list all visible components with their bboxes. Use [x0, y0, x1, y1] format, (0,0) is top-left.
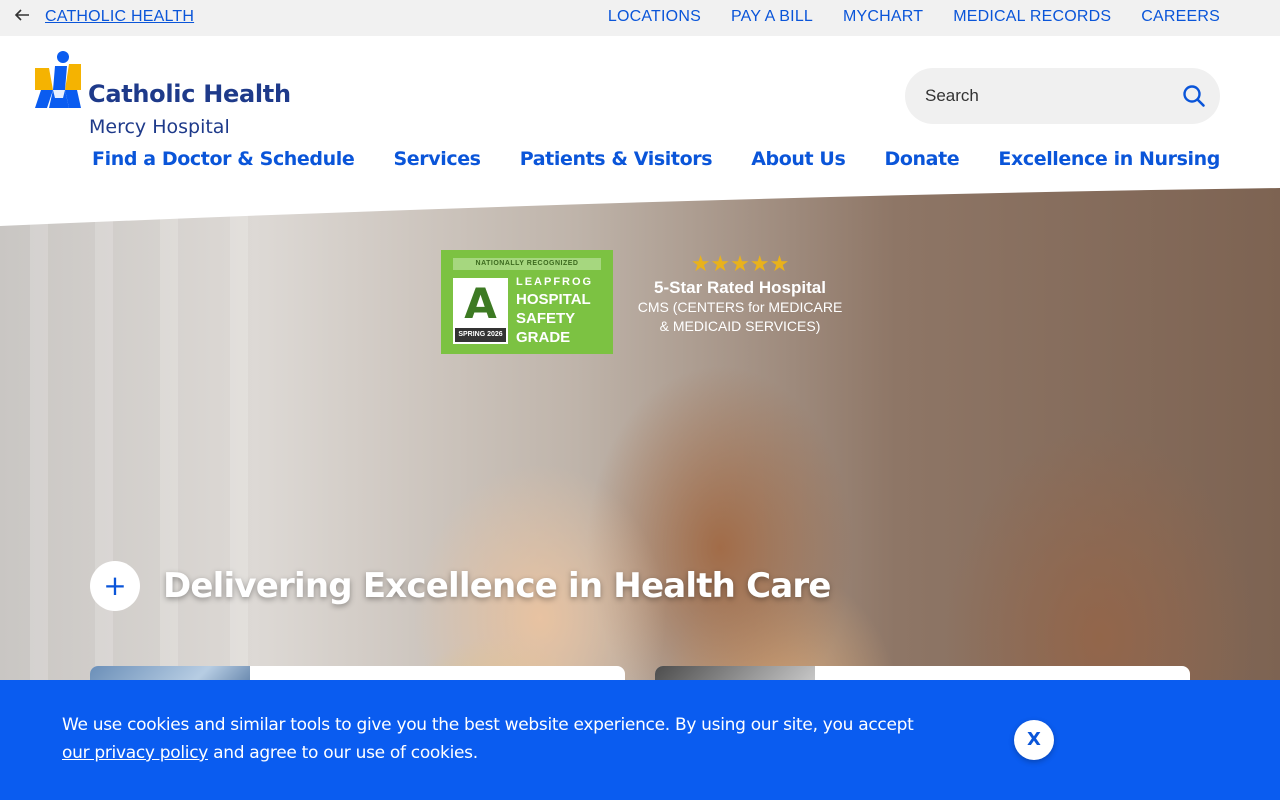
nav-find-a-doctor[interactable]: Find a Doctor & Schedule: [92, 148, 355, 170]
nav-donate[interactable]: Donate: [885, 148, 960, 170]
cms-line: & MEDICAID SERVICES): [659, 318, 821, 334]
nav-about-us[interactable]: About Us: [751, 148, 846, 170]
leapfrog-season: SPRING 2026: [455, 328, 506, 342]
leapfrog-name: LEAPFROG: [516, 276, 594, 288]
search-box: [905, 68, 1220, 124]
utility-bar: CATHOLIC HEALTH LOCATIONS PAY A BILL MYC…: [0, 0, 1280, 36]
leapfrog-grade-letter: A: [464, 279, 497, 328]
cookie-text: and agree to our use of cookies.: [208, 743, 478, 763]
cookie-banner: We use cookies and similar tools to give…: [0, 680, 1280, 800]
logo-mark-icon: [35, 51, 81, 108]
search-input[interactable]: [925, 84, 1165, 108]
logo-title: Catholic Health: [88, 80, 291, 108]
utility-nav: LOCATIONS PAY A BILL MYCHART MEDICAL REC…: [608, 8, 1220, 26]
leapfrog-top-label: NATIONALLY RECOGNIZED: [453, 258, 601, 270]
star-rating-icon: ★★★★★: [690, 252, 790, 277]
hero-heading: + Delivering Excellence in Health Care: [90, 561, 831, 611]
main-nav: Find a Doctor & Schedule Services Patien…: [92, 148, 1220, 170]
careers-link[interactable]: CAREERS: [1141, 8, 1220, 26]
privacy-policy-link[interactable]: our privacy policy: [62, 743, 208, 763]
arrow-left-icon[interactable]: [13, 6, 33, 26]
award-badges: NATIONALLY RECOGNIZED A SPRING 2026 LEAP…: [441, 250, 843, 354]
cms-title: 5-Star Rated Hospital: [654, 278, 826, 297]
logo-subtitle: Mercy Hospital: [89, 116, 230, 138]
mychart-link[interactable]: MYCHART: [843, 8, 923, 26]
leapfrog-grade: A SPRING 2026: [453, 278, 508, 344]
hero-curve: [0, 186, 1280, 226]
nav-excellence-in-nursing[interactable]: Excellence in Nursing: [998, 148, 1220, 170]
cookie-message: We use cookies and similar tools to give…: [62, 711, 942, 767]
cms-badge: ★★★★★ 5-Star Rated Hospital CMS (CENTERS…: [637, 254, 843, 336]
leapfrog-line: HOSPITAL: [516, 291, 591, 308]
leapfrog-line: GRADE: [516, 329, 571, 346]
locations-link[interactable]: LOCATIONS: [608, 8, 701, 26]
nav-services[interactable]: Services: [394, 148, 482, 170]
pay-a-bill-link[interactable]: PAY A BILL: [731, 8, 813, 26]
leapfrog-words: HOSPITAL SAFETY GRADE: [516, 290, 591, 347]
nav-patients-visitors[interactable]: Patients & Visitors: [520, 148, 713, 170]
search-icon[interactable]: [1182, 84, 1206, 108]
plus-icon[interactable]: +: [90, 561, 140, 611]
close-icon[interactable]: X: [1014, 720, 1054, 760]
medical-records-link[interactable]: MEDICAL RECORDS: [953, 8, 1111, 26]
cms-line: CMS (CENTERS for MEDICARE: [637, 299, 843, 315]
catholic-health-link[interactable]: CATHOLIC HEALTH: [45, 8, 194, 26]
hero-title: Delivering Excellence in Health Care: [163, 566, 831, 606]
leapfrog-badge: NATIONALLY RECOGNIZED A SPRING 2026 LEAP…: [441, 250, 613, 354]
cookie-text: We use cookies and similar tools to give…: [62, 715, 914, 735]
leapfrog-line: SAFETY: [516, 310, 576, 327]
site-logo[interactable]: Catholic Health Mercy Hospital: [35, 50, 300, 142]
